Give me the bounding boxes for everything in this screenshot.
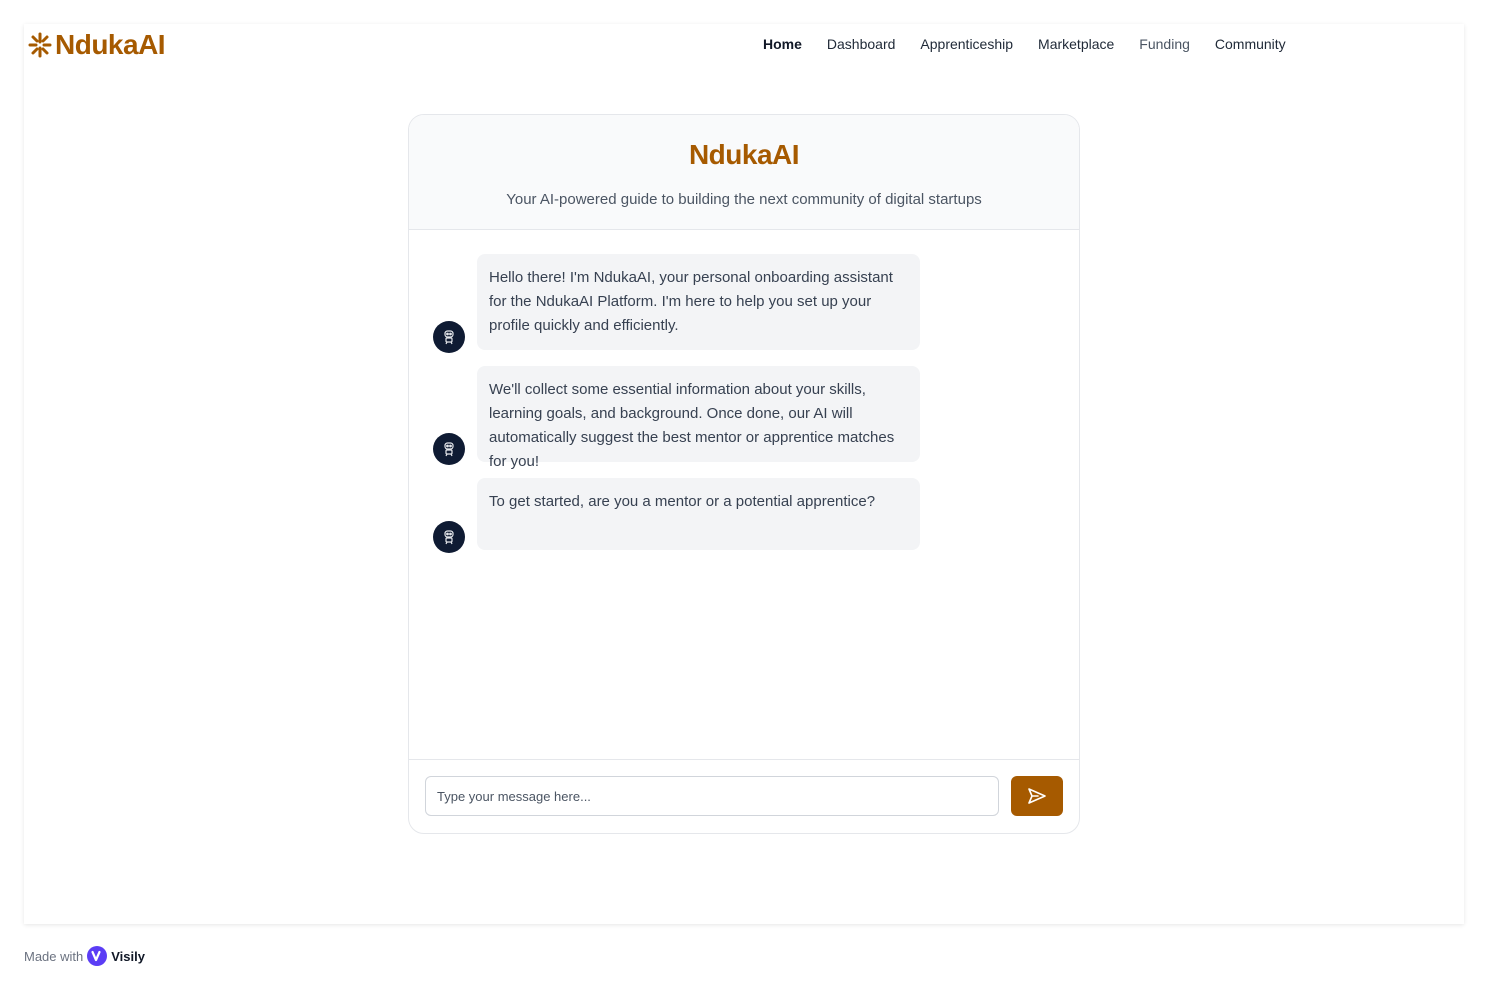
nav-item-marketplace[interactable]: Marketplace — [1038, 36, 1114, 52]
app-frame: NdukaAI Home Dashboard Apprenticeship Ma… — [24, 24, 1464, 924]
chat-panel: NdukaAI Your AI-powered guide to buildin… — [408, 114, 1080, 834]
nav-item-dashboard[interactable]: Dashboard — [827, 36, 896, 52]
robot-icon — [433, 433, 465, 465]
made-with-label: Made with — [24, 948, 84, 964]
robot-icon — [433, 521, 465, 553]
chat-message: We'll collect some essential information… — [433, 366, 920, 470]
robot-icon — [433, 321, 465, 353]
send-button[interactable] — [1011, 776, 1063, 816]
nav-item-home[interactable]: Home — [763, 36, 802, 52]
message-composer — [409, 759, 1079, 833]
brand-logo[interactable]: NdukaAI — [27, 29, 166, 61]
nav-item-funding[interactable]: Funding — [1139, 36, 1190, 52]
made-with-footer[interactable]: Made with Visily — [24, 946, 145, 966]
message-list: Hello there! I'm NdukaAI, your personal … — [409, 230, 1079, 758]
chat-subtitle: Your AI-powered guide to building the ne… — [506, 191, 982, 208]
chat-message: Hello there! I'm NdukaAI, your personal … — [433, 254, 920, 353]
send-icon — [1028, 788, 1046, 804]
nav-item-community[interactable]: Community — [1215, 36, 1286, 52]
sparkle-logo-icon — [28, 32, 52, 58]
main-nav: Home Dashboard Apprenticeship Marketplac… — [763, 36, 1286, 52]
chat-header: NdukaAI Your AI-powered guide to buildin… — [409, 115, 1079, 230]
chat-message: To get started, are you a mentor or a po… — [433, 478, 920, 553]
message-bubble: Hello there! I'm NdukaAI, your personal … — [477, 254, 920, 350]
message-bubble: We'll collect some essential information… — [477, 366, 920, 470]
visily-wordmark: Visily — [111, 948, 145, 964]
chat-title: NdukaAI — [688, 139, 800, 170]
message-input[interactable] — [425, 776, 999, 816]
message-bubble: To get started, are you a mentor or a po… — [477, 478, 920, 550]
nav-item-apprenticeship[interactable]: Apprenticeship — [920, 36, 1013, 52]
brand-name: NdukaAI — [55, 29, 166, 60]
visily-logo-icon — [87, 946, 108, 966]
